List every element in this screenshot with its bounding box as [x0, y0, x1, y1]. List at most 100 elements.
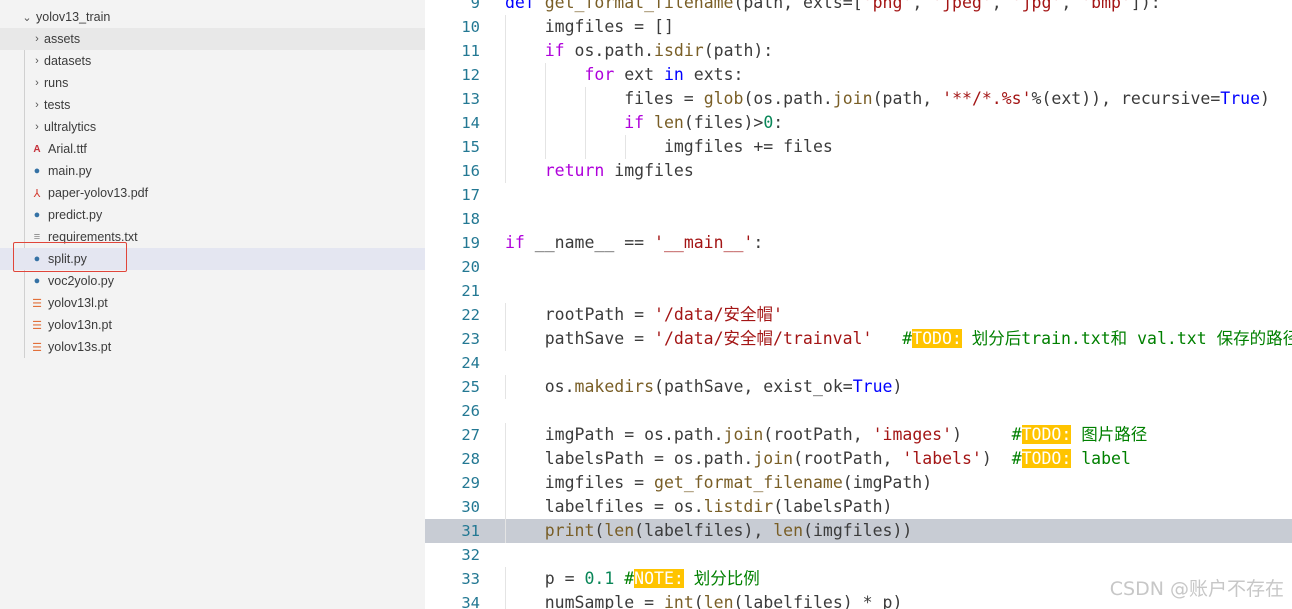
line-number: 15 — [461, 138, 480, 156]
tree-item-label: yolov13s.pt — [48, 340, 112, 354]
line-number: 27 — [461, 426, 480, 444]
code-line[interactable]: 13 files = glob(os.path.join(path, '**/*… — [425, 87, 1292, 111]
line-number: 21 — [461, 282, 480, 300]
tree-item-label: Arial.ttf — [48, 142, 87, 156]
python-file-icon: ● — [33, 253, 41, 265]
code-line[interactable]: 10 imgfiles = [] — [425, 15, 1292, 39]
chevron-down-icon: ⌄ — [22, 11, 32, 24]
chevron-right-icon: › — [35, 33, 39, 45]
code-line[interactable]: 11 if os.path.isdir(path): — [425, 39, 1292, 63]
code-line[interactable]: 19 if __name__ == '__main__': — [425, 231, 1292, 255]
tree-item-split-py[interactable]: ● split.py — [0, 248, 425, 270]
chevron-right-icon: › — [35, 77, 39, 89]
tree-item-label: ultralytics — [44, 120, 97, 134]
line-number: 31 — [461, 522, 480, 540]
chevron-right-icon: › — [35, 99, 39, 111]
tree-item-assets[interactable]: › assets — [0, 28, 425, 50]
tree-item-ultralytics[interactable]: › ultralytics — [0, 116, 425, 138]
code-line[interactable]: 23 pathSave = '/data/安全帽/trainval' #TODO… — [425, 327, 1292, 351]
code-line[interactable]: 27 imgPath = os.path.join(rootPath, 'ima… — [425, 423, 1292, 447]
tree-item-label: voc2yolo.py — [48, 274, 115, 288]
code-text: imgfiles += files — [505, 137, 833, 156]
tree-item-label: tests — [44, 98, 71, 112]
code-text: if len(files)>0: — [624, 113, 784, 132]
code-text: pathSave = '/data/安全帽/trainval' #TODO: 划… — [505, 329, 1292, 348]
code-line[interactable]: 28 labelsPath = os.path.join(rootPath, '… — [425, 447, 1292, 471]
tree-item-tests[interactable]: › tests — [0, 94, 425, 116]
tree-item-label: requirements.txt — [48, 230, 138, 244]
code-text: def get_format_filename(path, exts=['png… — [505, 0, 1161, 12]
python-file-icon: ● — [33, 165, 41, 177]
code-line[interactable]: 15 imgfiles += files — [425, 135, 1292, 159]
tree-item-label: yolov13n.pt — [48, 318, 112, 332]
line-number: 10 — [461, 18, 480, 36]
code-text: imgPath = os.path.join(rootPath, 'images… — [505, 425, 1148, 444]
line-number: 33 — [461, 570, 480, 588]
line-number: 30 — [461, 498, 480, 516]
tree-item-label: paper-yolov13.pdf — [48, 186, 149, 200]
code-line[interactable]: 12 for ext in exts: — [425, 63, 1292, 87]
pdf-file-icon: ⅄ — [33, 187, 41, 200]
tree-item-paper-yolov13-pdf[interactable]: ⅄ paper-yolov13.pdf — [0, 182, 425, 204]
font-file-icon: A — [33, 143, 41, 155]
line-number: 13 — [461, 90, 480, 108]
line-number: 26 — [461, 402, 480, 420]
code-line[interactable]: 22 rootPath = '/data/安全帽' — [425, 303, 1292, 327]
code-line[interactable]: 9 def get_format_filename(path, exts=['pn… — [425, 0, 1292, 15]
line-number: 28 — [461, 450, 480, 468]
tree-item-datasets[interactable]: › datasets — [0, 50, 425, 72]
code-text: files = glob(os.path.join(path, '**/*.%s… — [505, 89, 1270, 108]
code-text: p = 0.1 #NOTE: 划分比例 — [505, 569, 760, 588]
line-number: 16 — [461, 162, 480, 180]
code-text: for ext in exts: — [584, 65, 744, 84]
watermark: CSDN @账户不存在 — [1109, 578, 1284, 600]
tree-item-label: runs — [44, 76, 69, 90]
line-number: 14 — [461, 114, 480, 132]
chevron-right-icon: › — [35, 121, 39, 133]
line-number: 17 — [461, 186, 480, 204]
tree-item-arial-ttf[interactable]: A Arial.ttf — [0, 138, 425, 160]
code-text: labelsPath = os.path.join(rootPath, 'lab… — [505, 449, 1131, 468]
code-editor[interactable]: 9 def get_format_filename(path, exts=['pn… — [425, 0, 1292, 609]
code-line[interactable]: 31 print(len(labelfiles), len(imgfiles)) — [425, 519, 1292, 543]
chevron-right-icon: › — [35, 55, 39, 67]
code-line[interactable]: 21 — [425, 279, 1292, 303]
code-line[interactable]: 26 — [425, 399, 1292, 423]
explorer-sidebar: ⌄ yolov13_train › assets › datasets › runs › te… — [0, 0, 425, 609]
code-line[interactable]: 24 — [425, 351, 1292, 375]
code-line[interactable]: 29 imgfiles = get_format_filename(imgPat… — [425, 471, 1292, 495]
tree-item-requirements-txt[interactable]: ≡ requirements.txt — [0, 226, 425, 248]
tree-item-runs[interactable]: › runs — [0, 72, 425, 94]
tree-item-main-py[interactable]: ● main.py — [0, 160, 425, 182]
folder-label: yolov13_train — [36, 10, 111, 24]
tree-item-yolov13l-pt[interactable]: ☰ yolov13l.pt — [0, 292, 425, 314]
code-text: os.makedirs(pathSave, exist_ok=True) — [505, 377, 903, 396]
tree-item-voc2yolo-py[interactable]: ● voc2yolo.py — [0, 270, 425, 292]
python-file-icon: ● — [33, 209, 41, 221]
line-number: 29 — [461, 474, 480, 492]
code-line[interactable]: 20 — [425, 255, 1292, 279]
tree-item-label: split.py — [48, 252, 87, 266]
line-number: 12 — [461, 66, 480, 84]
line-number: 18 — [461, 210, 480, 228]
code-text: print(len(labelfiles), len(imgfiles)) — [544, 521, 913, 540]
folder-yolov13-train[interactable]: ⌄ yolov13_train — [0, 6, 425, 28]
code-line[interactable]: 30 labelfiles = os.listdir(labelsPath) — [425, 495, 1292, 519]
code-line[interactable]: 17 — [425, 183, 1292, 207]
code-text: if __name__ == '__main__': — [505, 233, 764, 252]
tree-item-label: predict.py — [48, 208, 103, 222]
code-line[interactable]: 18 — [425, 207, 1292, 231]
code-text: if os.path.isdir(path): — [544, 41, 774, 60]
tree-item-yolov13n-pt[interactable]: ☰ yolov13n.pt — [0, 314, 425, 336]
tree-item-predict-py[interactable]: ● predict.py — [0, 204, 425, 226]
tree-item-label: yolov13l.pt — [48, 296, 108, 310]
code-text: numSample = int(len(labelfiles) * p) — [505, 593, 903, 609]
line-number: 34 — [461, 594, 480, 609]
code-line[interactable]: 16 return imgfiles — [425, 159, 1292, 183]
weights-file-icon: ☰ — [32, 297, 42, 310]
line-number: 9 — [470, 0, 480, 12]
code-line[interactable]: 14 if len(files)>0: — [425, 111, 1292, 135]
code-line[interactable]: 32 — [425, 543, 1292, 567]
code-line[interactable]: 25 os.makedirs(pathSave, exist_ok=True) — [425, 375, 1292, 399]
tree-item-yolov13s-pt[interactable]: ☰ yolov13s.pt — [0, 336, 425, 358]
